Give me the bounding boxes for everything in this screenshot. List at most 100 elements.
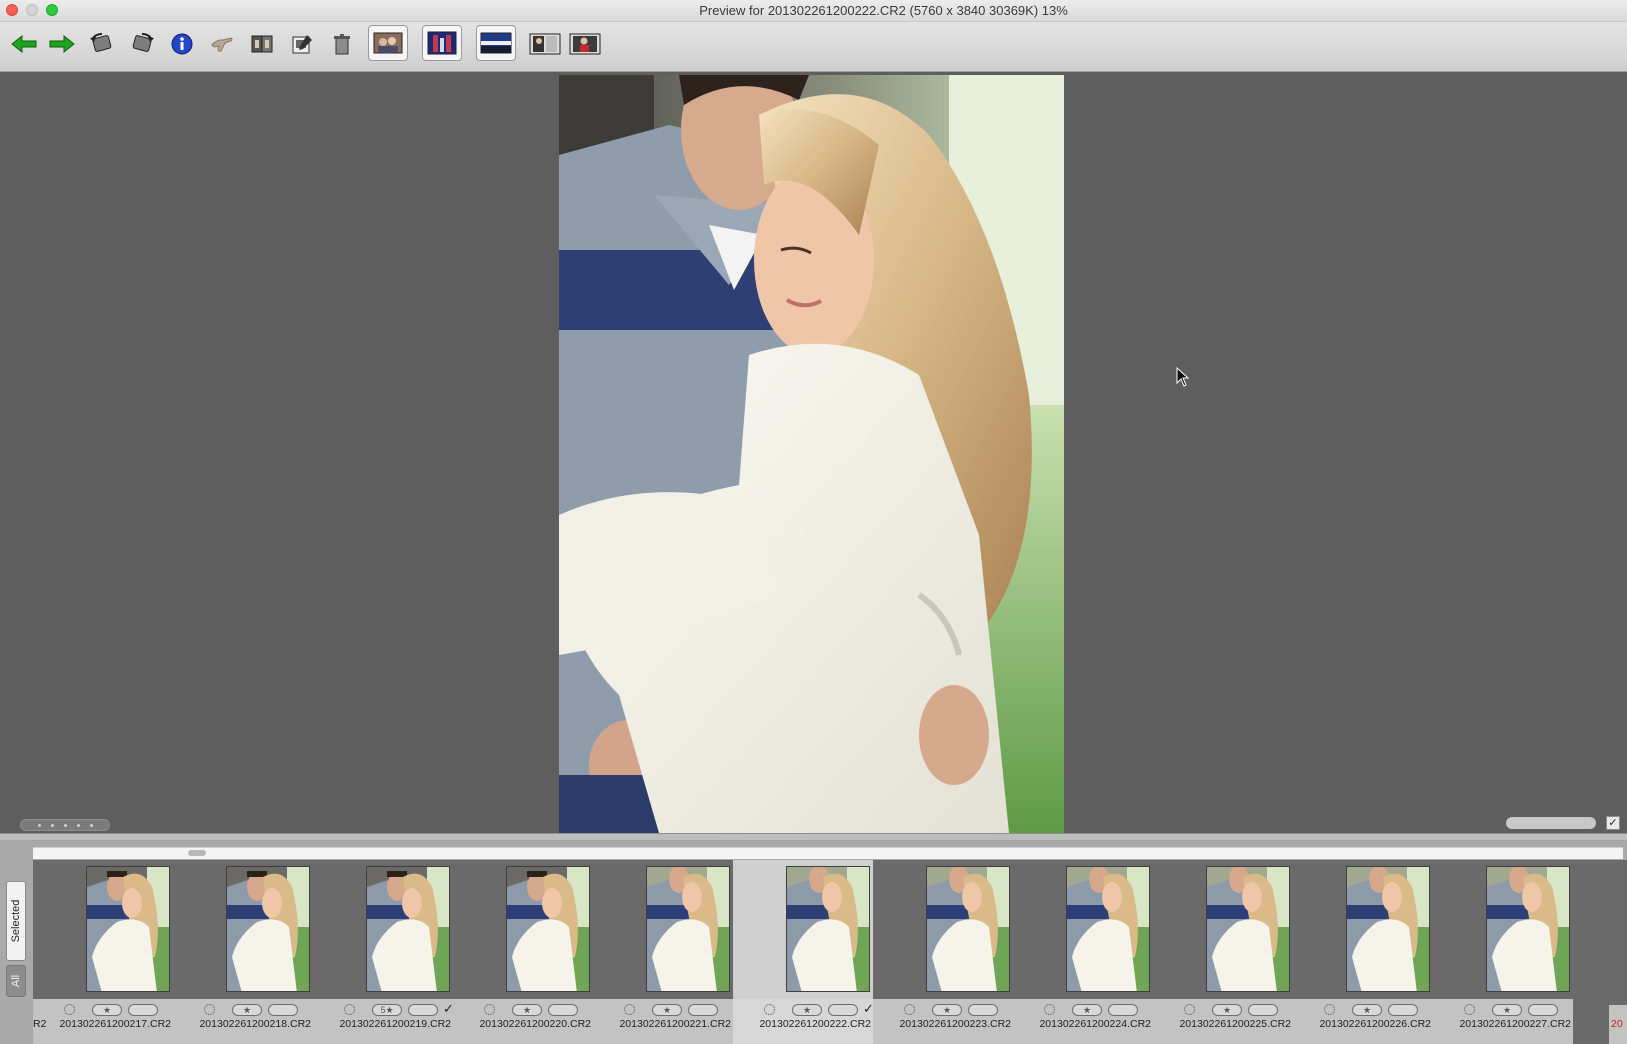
thumbnail-cell[interactable]: ★ 201302261200223.CR2: [873, 860, 1013, 1044]
edit-icon[interactable]: [286, 30, 318, 58]
splitter[interactable]: [0, 833, 1627, 841]
rating-pill[interactable]: ★: [512, 1004, 542, 1016]
trash-icon[interactable]: [326, 30, 358, 58]
checkmark-icon[interactable]: ✓: [863, 1001, 874, 1017]
label-spinner-icon[interactable]: [204, 1004, 215, 1015]
rating-pill[interactable]: ★: [92, 1004, 122, 1016]
rating-pill[interactable]: ★: [1212, 1004, 1242, 1016]
forward-arrow-icon[interactable]: [46, 30, 78, 58]
rating-pill[interactable]: ★: [932, 1004, 962, 1016]
apply-checkbox[interactable]: ✓: [1606, 816, 1620, 830]
window-controls: [6, 4, 58, 16]
thumbnail-image[interactable]: [1206, 866, 1290, 992]
rating-pill[interactable]: 5★: [372, 1004, 402, 1016]
hand-tool-icon[interactable]: [206, 30, 238, 58]
thumbnail-filename: 201302261200219.CR2: [339, 1018, 451, 1030]
tag-pill[interactable]: [548, 1004, 578, 1016]
thumbnail-list: ★ 201302261200227.CR2 ★ 201302261200226.CR2…: [33, 860, 1627, 1044]
thumbnail-cell[interactable]: ★ 201302261200227.CR2: [1433, 860, 1573, 1044]
thumbnail-image[interactable]: [226, 866, 310, 992]
scroll-thumb[interactable]: [188, 850, 206, 856]
view-fit-icon[interactable]: [368, 25, 408, 61]
label-spinner-icon[interactable]: [484, 1004, 495, 1015]
thumbnail-meta: ★ 201302261200225.CR2: [1153, 999, 1293, 1044]
rotate-left-icon[interactable]: [86, 30, 118, 58]
thumbnail-image[interactable]: [506, 866, 590, 992]
thumbnail-image[interactable]: [1486, 866, 1570, 992]
label-spinner-icon[interactable]: [904, 1004, 915, 1015]
thumbnail-cell[interactable]: ★ 201302261200226.CR2: [1293, 860, 1433, 1044]
view-single-icon[interactable]: [528, 30, 562, 58]
tab-all[interactable]: All: [6, 965, 26, 997]
back-arrow-icon[interactable]: [8, 30, 40, 58]
thumbnail-meta: 5★ ✓ 201302261200219.CR2: [313, 999, 454, 1044]
view-alt-icon[interactable]: [568, 30, 602, 58]
horizontal-scroll-left[interactable]: [20, 819, 110, 831]
compare-icon[interactable]: [246, 30, 278, 58]
tag-pill[interactable]: [1388, 1004, 1418, 1016]
thumbnail-image[interactable]: [646, 866, 730, 992]
label-spinner-icon[interactable]: [344, 1004, 355, 1015]
thumbnail-image[interactable]: [86, 866, 170, 992]
tag-pill[interactable]: [268, 1004, 298, 1016]
thumbnail-meta: ★ 201302261200227.CR2: [1433, 999, 1573, 1044]
thumbnail-image[interactable]: [926, 866, 1010, 992]
minimize-window-button[interactable]: [26, 4, 38, 16]
thumbnail-cell[interactable]: 5★ ✓ 201302261200219.CR2: [313, 860, 454, 1044]
tab-selected[interactable]: Selected: [6, 881, 26, 961]
tag-pill[interactable]: [968, 1004, 998, 1016]
filmstrip-tabs: Selected All: [0, 841, 33, 1044]
tag-pill[interactable]: [1528, 1004, 1558, 1016]
thumbnail-cell[interactable]: ★ 201302261200221.CR2: [593, 860, 733, 1044]
tag-pill[interactable]: [1248, 1004, 1278, 1016]
view-portrait-icon[interactable]: [422, 25, 462, 61]
thumbnail-filename: 201302261200220.CR2: [479, 1018, 591, 1030]
thumbnail-filename: 201302261200227.CR2: [1459, 1018, 1571, 1030]
tab-all-label: All: [10, 974, 22, 988]
tag-pill[interactable]: [688, 1004, 718, 1016]
thumbnail-cell[interactable]: ★ 201302261200218.CR2: [173, 860, 313, 1044]
checkmark-icon[interactable]: ✓: [443, 1001, 454, 1017]
thumbnail-cell[interactable]: ★ ✓ 201302261200222.CR2: [733, 860, 874, 1044]
thumbnail-cell[interactable]: ★ 201302261200217.CR2: [33, 860, 173, 1044]
thumbnail-cell[interactable]: ★ 201302261200225.CR2: [1153, 860, 1293, 1044]
rating-pill[interactable]: ★: [652, 1004, 682, 1016]
label-spinner-icon[interactable]: [1184, 1004, 1195, 1015]
label-spinner-icon[interactable]: [1324, 1004, 1335, 1015]
thumbnail-cell[interactable]: ★ 201302261200224.CR2: [1013, 860, 1153, 1044]
clipped-filename-right: 20: [1611, 1018, 1623, 1030]
toolbar: [0, 22, 1627, 72]
label-spinner-icon[interactable]: [1044, 1004, 1055, 1015]
label-spinner-icon[interactable]: [64, 1004, 75, 1015]
thumbnail-image[interactable]: [366, 866, 450, 992]
thumbnail-image[interactable]: [1066, 866, 1150, 992]
zoom-slider[interactable]: [1506, 817, 1596, 829]
zoom-window-button[interactable]: [46, 4, 58, 16]
close-window-button[interactable]: [6, 4, 18, 16]
title-bar: Preview for 201302261200222.CR2 (5760 x …: [0, 0, 1627, 22]
info-icon[interactable]: [166, 30, 198, 58]
thumbnail-cell[interactable]: ★ 201302261200220.CR2: [453, 860, 593, 1044]
view-landscape-icon[interactable]: [476, 25, 516, 61]
tag-pill[interactable]: [408, 1004, 438, 1016]
tag-pill[interactable]: [1108, 1004, 1138, 1016]
thumbnail-meta: ★ 201302261200218.CR2: [173, 999, 313, 1044]
rating-pill[interactable]: ★: [1072, 1004, 1102, 1016]
thumbnail-filename: 201302261200222.CR2: [759, 1018, 871, 1030]
rating-pill[interactable]: ★: [1352, 1004, 1382, 1016]
thumbnail-image[interactable]: [786, 866, 870, 992]
filmstrip-scrollbar[interactable]: [33, 847, 1623, 859]
thumbnail-meta: ★ 201302261200217.CR2: [33, 999, 173, 1044]
thumbnail-image[interactable]: [1346, 866, 1430, 992]
rotate-right-icon[interactable]: [126, 30, 158, 58]
rating-pill[interactable]: ★: [792, 1004, 822, 1016]
rating-pill[interactable]: ★: [232, 1004, 262, 1016]
label-spinner-icon[interactable]: [764, 1004, 775, 1015]
rating-pill[interactable]: ★: [1492, 1004, 1522, 1016]
preview-viewer[interactable]: ✓: [0, 73, 1627, 833]
label-spinner-icon[interactable]: [1464, 1004, 1475, 1015]
label-spinner-icon[interactable]: [624, 1004, 635, 1015]
tag-pill[interactable]: [828, 1004, 858, 1016]
thumbnail-filename: 201302261200224.CR2: [1039, 1018, 1151, 1030]
tag-pill[interactable]: [128, 1004, 158, 1016]
